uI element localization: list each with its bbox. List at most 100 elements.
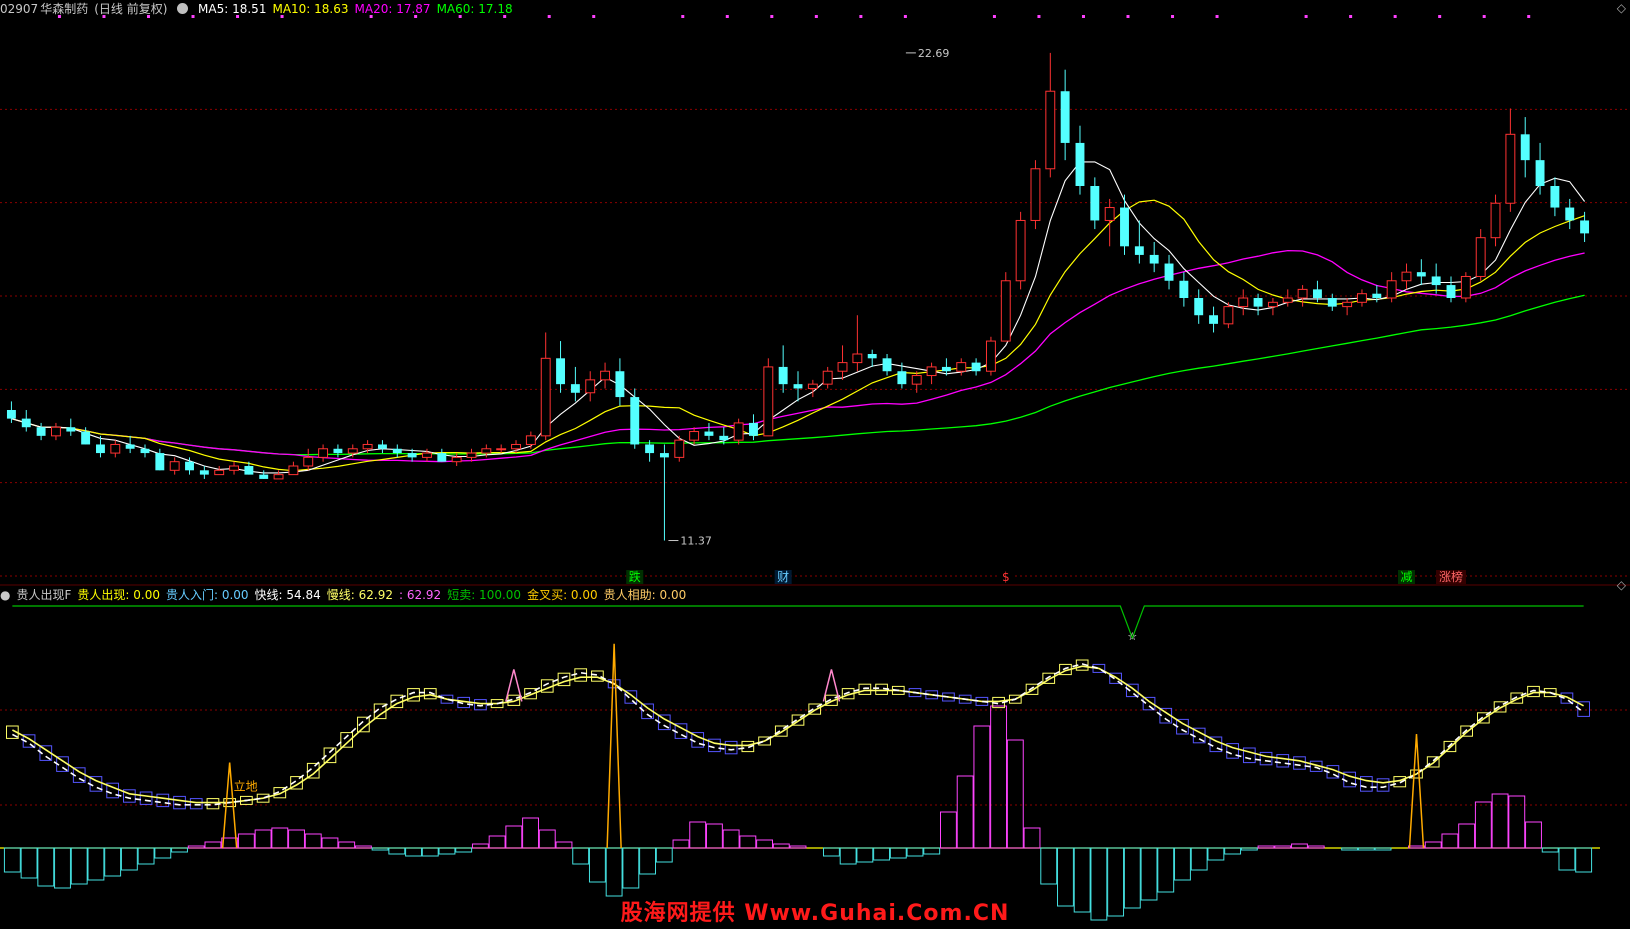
candle-body: [852, 353, 863, 364]
ribbon-box: [1293, 756, 1306, 770]
top-marker-dot: [1482, 15, 1486, 18]
candle-body: [229, 465, 239, 471]
candle-body: [1253, 298, 1263, 307]
macd-bar: [990, 705, 1008, 849]
candle-body: [362, 443, 373, 450]
candle-body: [897, 371, 907, 385]
candle-body: [496, 448, 507, 451]
macd-bar: [421, 847, 439, 857]
top-marker-dot: [903, 15, 907, 18]
macd-bar: [505, 825, 523, 849]
indicator-legend-item-6: 短卖: 100.00: [447, 588, 522, 602]
candle-body: [525, 435, 536, 445]
candle-body: [1267, 301, 1278, 308]
indicator-legend-item-3: 快线: 54.84: [254, 588, 321, 602]
macd-bar: [739, 835, 757, 849]
candle-body: [1535, 160, 1545, 186]
candle-body: [36, 427, 46, 436]
stock-code: 02907: [0, 2, 39, 16]
candle-body: [763, 366, 774, 437]
macd-bar: [1341, 847, 1359, 851]
top-marker-dot: [1215, 15, 1219, 18]
candle-body: [1015, 219, 1026, 282]
candle-body: [689, 431, 700, 441]
event-label: 涨榜: [1439, 569, 1463, 584]
top-marker-dot: [770, 15, 774, 18]
candle-body: [1104, 207, 1115, 221]
indicator-legend-item-8: 贵人相助: 0.00: [603, 588, 687, 602]
candle-body: [1179, 280, 1189, 298]
candle-body: [1134, 246, 1144, 255]
macd-bar: [1491, 793, 1509, 849]
macd-bar: [1508, 795, 1526, 849]
ma-legend-item-1: MA10: 18.63: [272, 2, 349, 16]
candle-body: [615, 371, 625, 398]
macd-bar: [438, 847, 456, 855]
candle-body: [1030, 168, 1041, 221]
candle-body: [659, 453, 669, 458]
indicator-legend-item-5: : 62.92: [398, 588, 442, 602]
top-marker-dot: [1304, 15, 1308, 18]
ribbon-box: [173, 795, 186, 810]
candle-body: [556, 358, 565, 385]
macd-bar: [1174, 847, 1191, 881]
candle-body: [822, 370, 833, 385]
diamond-icon-lower[interactable]: ◇: [1617, 578, 1626, 592]
candle-body: [1550, 186, 1560, 208]
diamond-icon[interactable]: ◇: [1617, 1, 1626, 15]
macd-bar: [154, 847, 172, 859]
macd-bar: [237, 833, 255, 849]
candle-body: [244, 466, 254, 475]
macd-bar: [1274, 845, 1292, 849]
ribbon-box: [1259, 751, 1273, 766]
candle-body: [1194, 298, 1204, 316]
watermark: 股海网提供 Www.Guhai.Com.CN: [620, 901, 1010, 926]
chart-stage: 22.69 11.37 跌 财 $ 减 涨榜 ☆ 立地 02907 华森制药 (日线 前复权) MA…: [0, 0, 1630, 926]
macd-bar: [906, 847, 924, 857]
candle-body: [1431, 276, 1441, 286]
gold-cross-spike: [606, 643, 622, 849]
macd-bar: [538, 829, 556, 849]
settings-icon[interactable]: [177, 3, 189, 14]
price-marker-label: 11.37: [680, 535, 712, 548]
candle-body: [1209, 315, 1219, 324]
short-sell-line: [12, 605, 1584, 640]
top-marker-dot: [814, 15, 818, 18]
event-label: 跌: [629, 569, 641, 584]
candle-body: [81, 431, 91, 445]
candle-body: [1090, 186, 1100, 221]
candle-body: [1238, 297, 1249, 308]
top-marker-dot: [547, 15, 551, 18]
macd-bar: [522, 817, 539, 849]
candle-body: [1386, 280, 1397, 299]
indicator-legend-item-4: 慢线: 62.92: [326, 588, 393, 602]
gold-cross-spike: [221, 762, 238, 849]
price-panel-header: 02907 华森制药 (日线 前复权) MA5: 18.51 MA10: 18.63 M…: [0, 0, 525, 18]
candle-body: [1401, 271, 1412, 282]
candle-body: [214, 469, 225, 476]
candle-body: [985, 340, 996, 372]
macd-bar: [789, 845, 807, 849]
top-marker-dot: [1126, 15, 1130, 18]
macd-bar: [639, 847, 656, 875]
period-label: (日线 前复权): [94, 2, 168, 16]
indicator-toggle-icon[interactable]: ●: [0, 588, 10, 602]
ma20-line: [11, 249, 1585, 463]
macd-bar: [1023, 827, 1041, 849]
candle-body: [511, 443, 521, 450]
macd-bar: [371, 847, 389, 851]
macd-bar: [54, 847, 71, 889]
indicator-legend-item-2: 贵人入门: 0.00: [165, 588, 249, 602]
macd-bar: [1558, 847, 1576, 871]
ribbon-box: [189, 798, 203, 810]
macd-bar: [104, 847, 122, 877]
candle-body: [882, 358, 892, 372]
macd-bar: [70, 847, 88, 885]
macd-bar: [354, 845, 372, 849]
macd-bar: [1207, 847, 1225, 861]
candle-body: [451, 456, 462, 463]
macd-bar: [1157, 847, 1175, 893]
macd-bar: [271, 827, 289, 849]
top-marker-dot: [1349, 15, 1353, 18]
kline-chart-svg[interactable]: 22.69 11.37 跌 财 $ 减 涨榜 ☆ 立地: [0, 0, 1630, 925]
